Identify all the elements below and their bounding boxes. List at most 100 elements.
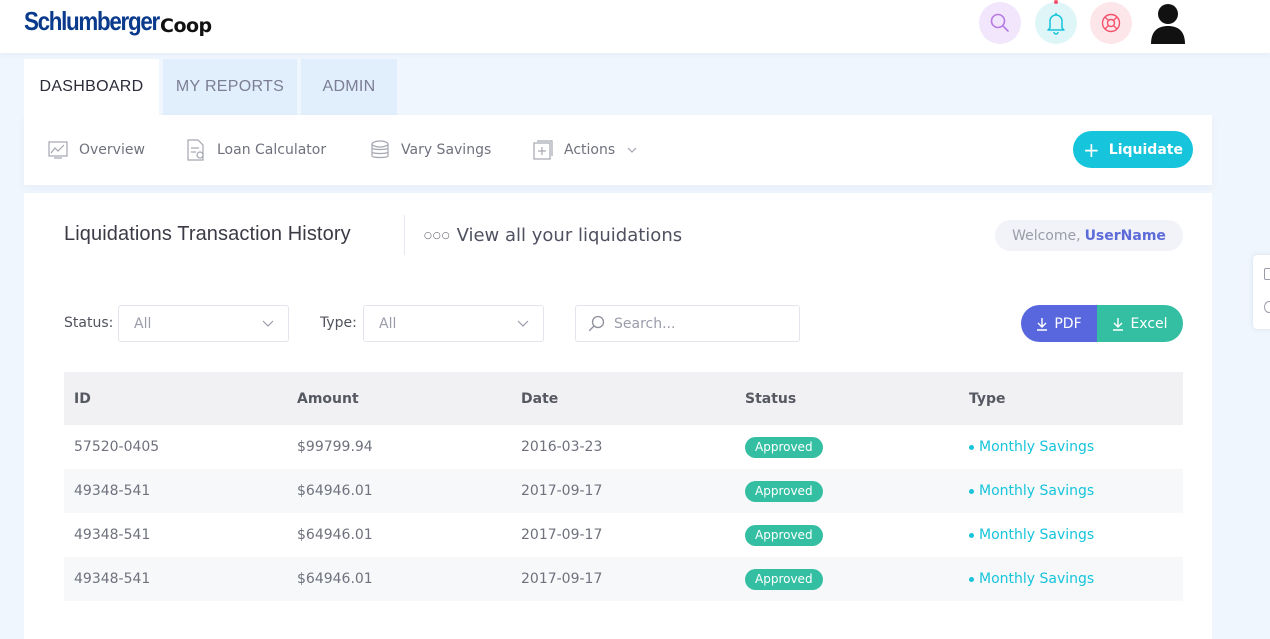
search-icon (588, 315, 605, 331)
tab-dashboard[interactable]: DASHBOARD (24, 59, 159, 115)
type-link[interactable]: Monthly Savings (969, 527, 1094, 543)
status-badge: Approved (745, 436, 823, 458)
username[interactable]: UserName (1085, 228, 1166, 244)
bullet-dot (969, 444, 974, 450)
subnav-actions-dropdown[interactable]: Actions (533, 115, 637, 185)
type-text: Monthly Savings (979, 571, 1095, 587)
header-support-button[interactable] (1090, 2, 1132, 44)
notification-dot (1054, 0, 1058, 4)
type-filter-value: All (379, 315, 397, 332)
bullet-dot (969, 532, 974, 538)
side-quick-toolbar[interactable] (1253, 255, 1270, 329)
cell-id: 49348-541 (74, 483, 151, 499)
download-icon (1113, 317, 1124, 331)
bullet-dot (969, 488, 974, 494)
cell-amount: $64946.01 (297, 483, 373, 499)
search-input[interactable] (614, 315, 794, 332)
type-filter-select[interactable]: All (363, 305, 544, 342)
coins-stack-icon (371, 140, 389, 159)
type-filter-label: Type: (320, 315, 357, 331)
liquidate-button-label: Liquidate (1108, 141, 1183, 158)
type-link[interactable]: Monthly Savings (969, 439, 1094, 455)
table-row[interactable]: 49348-541 $64946.01 2017-09-17 Approved … (64, 557, 1183, 601)
cell-type: Monthly Savings (969, 513, 1094, 557)
column-header-id[interactable]: ID (74, 372, 91, 425)
search-icon (990, 13, 1009, 32)
sub-toolbar: Overview Loan Calculator Vary Savings Ac… (24, 115, 1212, 185)
add-square-icon (533, 140, 553, 160)
liquidations-card: Liquidations Transaction History ○○○ Vie… (24, 193, 1212, 639)
header-search-button[interactable] (979, 2, 1021, 44)
column-header-type[interactable]: Type (969, 372, 1006, 425)
subnav-vary-savings-label: Vary Savings (401, 142, 492, 158)
subnav-loan-calculator[interactable]: Loan Calculator (186, 115, 326, 185)
cell-amount: $99799.94 (297, 439, 373, 455)
subnav-actions-label: Actions (564, 142, 616, 158)
tab-my-reports[interactable]: MY REPORTS (163, 59, 297, 115)
cell-amount: $64946.01 (297, 571, 373, 587)
cell-status: Approved (745, 469, 823, 513)
cell-id: 49348-541 (74, 571, 151, 587)
export-pdf-button[interactable]: PDF (1021, 305, 1097, 342)
globe-icon[interactable] (1264, 301, 1270, 313)
chart-line-icon (48, 141, 68, 159)
column-header-date[interactable]: Date (521, 372, 558, 425)
cell-status: Approved (745, 425, 823, 469)
liquidate-button[interactable]: + Liquidate (1073, 131, 1193, 168)
search-box (575, 305, 800, 342)
cell-type: Monthly Savings (969, 557, 1094, 601)
type-text: Monthly Savings (979, 527, 1095, 543)
chevron-down-icon (262, 320, 274, 327)
lifebuoy-icon (1101, 13, 1121, 33)
page-subtitle-text: View all your liquidations (456, 225, 683, 246)
page-subtitle: ○○○ View all your liquidations (424, 225, 682, 246)
page-title: Liquidations Transaction History (64, 223, 351, 245)
status-filter-value: All (134, 315, 152, 332)
download-icon (1037, 317, 1048, 331)
document-calculator-icon (187, 139, 204, 161)
welcome-badge: Welcome, UserName (995, 220, 1183, 251)
chevron-down-icon (517, 320, 529, 327)
top-header: Schlumberger Coop (0, 0, 1270, 53)
user-avatar-icon (1151, 4, 1185, 44)
logo-brand: Schlumberger (24, 6, 160, 36)
cell-date: 2017-09-17 (521, 571, 603, 587)
table-row[interactable]: 49348-541 $64946.01 2017-09-17 Approved … (64, 513, 1183, 557)
logo[interactable]: Schlumberger Coop (24, 6, 212, 37)
tab-admin[interactable]: ADMIN (301, 59, 397, 115)
header-notifications-button[interactable] (1035, 0, 1077, 44)
cell-date: 2017-09-17 (521, 527, 603, 543)
export-excel-label: Excel (1130, 315, 1168, 332)
dots-icon: ○○○ (424, 230, 451, 241)
type-text: Monthly Savings (979, 439, 1095, 455)
subnav-loan-calculator-label: Loan Calculator (217, 142, 327, 158)
cell-date: 2016-03-23 (521, 439, 603, 455)
type-link[interactable]: Monthly Savings (969, 571, 1094, 587)
status-filter-label: Status: (64, 315, 114, 331)
column-header-status[interactable]: Status (745, 372, 796, 425)
status-filter-select[interactable]: All (118, 305, 289, 342)
export-button-group: PDF Excel (1021, 305, 1183, 342)
type-link[interactable]: Monthly Savings (969, 483, 1094, 499)
subnav-overview[interactable]: Overview (48, 115, 145, 185)
subnav-vary-savings[interactable]: Vary Savings (370, 115, 491, 185)
cell-date: 2017-09-17 (521, 483, 603, 499)
title-divider (404, 215, 405, 255)
document-icon[interactable] (1264, 268, 1270, 280)
table-row[interactable]: 49348-541 $64946.01 2017-09-17 Approved … (64, 469, 1183, 513)
plus-icon: + (1083, 137, 1100, 162)
user-avatar-button[interactable] (1147, 0, 1189, 46)
export-excel-button[interactable]: Excel (1097, 305, 1183, 342)
status-badge: Approved (745, 480, 823, 502)
subnav-overview-label: Overview (79, 142, 145, 158)
table-header: ID Amount Date Status Type (64, 372, 1183, 425)
cell-amount: $64946.01 (297, 527, 373, 543)
export-pdf-label: PDF (1054, 315, 1082, 332)
column-header-amount[interactable]: Amount (297, 372, 359, 425)
status-badge: Approved (745, 524, 823, 546)
table-row[interactable]: 57520-0405 $99799.94 2016-03-23 Approved… (64, 425, 1183, 469)
cell-id: 49348-541 (74, 527, 151, 543)
cell-status: Approved (745, 513, 823, 557)
welcome-prefix: Welcome, (1012, 227, 1081, 244)
status-badge: Approved (745, 568, 823, 590)
